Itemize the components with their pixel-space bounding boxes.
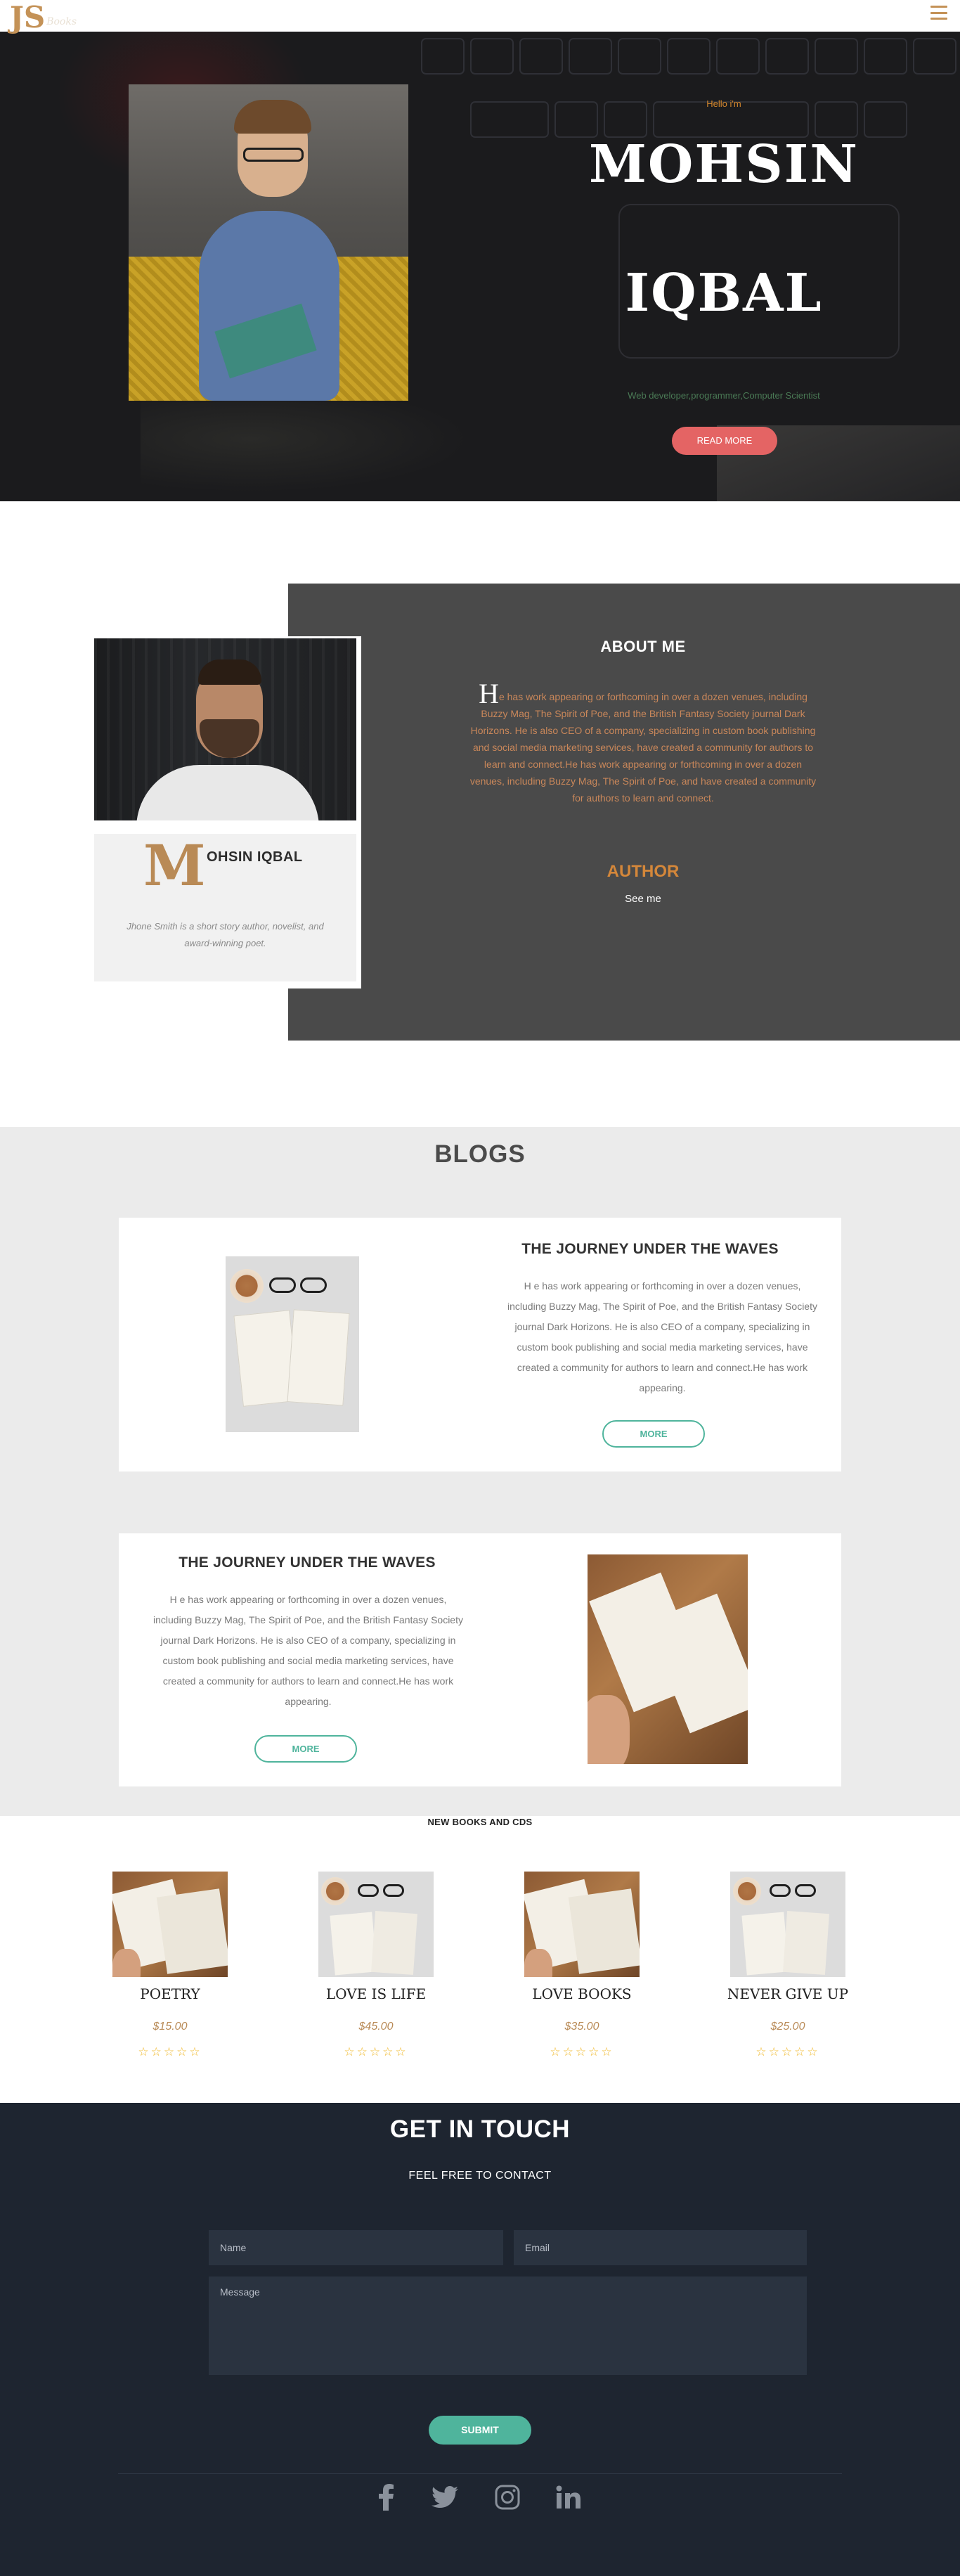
book-rating-stars: ☆☆☆☆☆ bbox=[344, 2045, 408, 2059]
about-role: AUTHOR bbox=[607, 862, 680, 881]
contact-subtitle: FEEL FREE TO CONTACT bbox=[408, 2170, 552, 2182]
profile-card: M OHSIN IQBAL Jhone Smith is a short sto… bbox=[92, 636, 361, 988]
book-cover-image bbox=[112, 1872, 228, 1977]
hero-subtitle: Web developer,programmer,Computer Scient… bbox=[628, 390, 820, 401]
blog-more-button[interactable]: MORE bbox=[602, 1420, 705, 1448]
submit-button[interactable]: SUBMIT bbox=[429, 2416, 531, 2445]
profile-info: M OHSIN IQBAL Jhone Smith is a short sto… bbox=[94, 834, 356, 981]
book-rating-stars: ☆☆☆☆☆ bbox=[755, 2045, 820, 2059]
footer-divider bbox=[118, 2473, 842, 2474]
blog-heading: THE JOURNEY UNDER THE WAVES bbox=[521, 1241, 779, 1257]
linkedin-icon[interactable] bbox=[553, 2482, 584, 2513]
book-title: LOVE IS LIFE bbox=[325, 1985, 427, 2002]
blog-card: THE JOURNEY UNDER THE WAVES H e has work… bbox=[119, 1533, 841, 1786]
contact-title: GET IN TOUCH bbox=[389, 2115, 571, 2143]
book-cover-image bbox=[524, 1872, 640, 1977]
profile-drop-letter: M bbox=[143, 832, 206, 899]
blog-image-reading-book bbox=[588, 1554, 748, 1764]
about-title: ABOUT ME bbox=[600, 638, 686, 655]
facebook-icon[interactable] bbox=[370, 2482, 401, 2513]
book-rating-stars: ☆☆☆☆☆ bbox=[550, 2045, 614, 2059]
about-drop-letter: H bbox=[479, 678, 499, 709]
book-title: POETRY bbox=[140, 1985, 200, 2002]
instagram-icon[interactable] bbox=[492, 2482, 523, 2513]
hero-greeting: Hello i'm bbox=[706, 98, 741, 109]
blog-heading: THE JOURNEY UNDER THE WAVES bbox=[179, 1554, 436, 1571]
see-me-link[interactable]: See me bbox=[534, 893, 752, 905]
profile-name: OHSIN IQBAL bbox=[207, 849, 303, 865]
book-cover-image bbox=[730, 1872, 845, 1977]
logo-mark: JS bbox=[10, 0, 46, 34]
read-more-button[interactable]: READ MORE bbox=[672, 427, 777, 455]
about-body: e has work appearing or forthcoming in o… bbox=[469, 691, 817, 804]
new-books-title: NEW BOOKS AND CDS bbox=[427, 1817, 533, 1827]
book-cover-image bbox=[318, 1872, 434, 1977]
book-price: $25.00 bbox=[770, 2021, 805, 2033]
site-logo[interactable]: JS Books bbox=[10, 0, 77, 32]
twitter-icon[interactable] bbox=[429, 2482, 460, 2513]
name-input[interactable] bbox=[209, 2230, 503, 2265]
book-price: $45.00 bbox=[358, 2021, 394, 2033]
hero-portrait-image bbox=[129, 84, 408, 401]
hamburger-menu-icon[interactable] bbox=[930, 6, 947, 20]
blog-more-button[interactable]: MORE bbox=[254, 1735, 357, 1763]
email-input[interactable] bbox=[514, 2230, 807, 2265]
profile-photo bbox=[94, 638, 356, 820]
blogs-title: BLOGS bbox=[434, 1140, 526, 1168]
about-text: He has work appearing or forthcoming in … bbox=[467, 680, 819, 806]
blog-image-coffee-book bbox=[226, 1256, 359, 1432]
hero-first-name: MOHSIN bbox=[589, 134, 859, 195]
book-rating-stars: ☆☆☆☆☆ bbox=[138, 2045, 202, 2059]
hero-last-name: IQBAL bbox=[625, 263, 823, 323]
hero-background-plant bbox=[141, 397, 506, 501]
message-textarea[interactable] bbox=[209, 2276, 807, 2375]
profile-bio: Jhone Smith is a short story author, nov… bbox=[127, 921, 324, 948]
logo-word: Books bbox=[46, 16, 77, 27]
book-price: $15.00 bbox=[153, 2021, 188, 2033]
blog-card: THE JOURNEY UNDER THE WAVES H e has work… bbox=[119, 1218, 841, 1471]
blog-text: H e has work appearing or forthcoming in… bbox=[153, 1594, 463, 1707]
book-price: $35.00 bbox=[564, 2021, 599, 2033]
blog-text: H e has work appearing or forthcoming in… bbox=[507, 1280, 817, 1393]
book-title: LOVE BOOKS bbox=[532, 1985, 632, 2002]
book-title: NEVER GIVE UP bbox=[727, 1985, 849, 2002]
